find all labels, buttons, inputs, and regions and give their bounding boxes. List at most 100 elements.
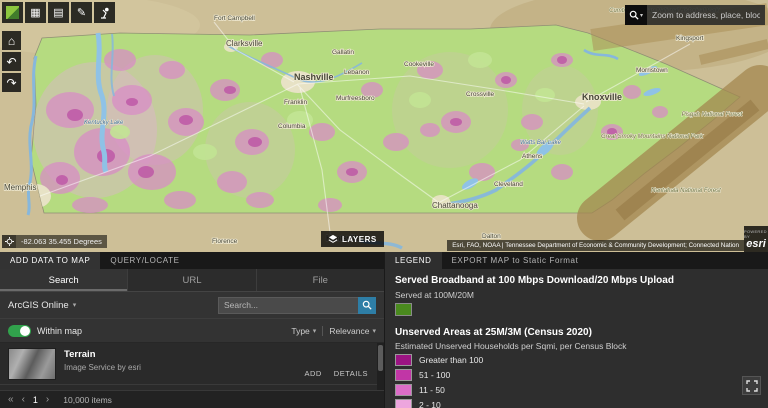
tab-add-data-to-map[interactable]: ADD DATA TO MAP (0, 252, 101, 269)
next-extent-icon: ↷ (6, 75, 17, 90)
source-dropdown[interactable]: ArcGIS Online ▾ (8, 300, 76, 311)
map-label: Columbia (278, 123, 306, 130)
apps-grid-icon: ▦ (30, 7, 41, 19)
expand-button[interactable] (742, 376, 761, 395)
map-label: Great Smoky Mountains National Park (601, 134, 704, 140)
coordinates-readout: -82.063 35.455 Degrees (16, 235, 107, 248)
map-canvas[interactable]: Fort Campbell Clarksville Gallatin Nashvill… (0, 0, 768, 252)
map-label: Fort Campbell (214, 15, 255, 22)
served-label: Served at 100M/20M (395, 289, 474, 300)
tab-query-locate[interactable]: QUERY/LOCATE (100, 252, 189, 269)
map-label: Kingsport (676, 35, 704, 42)
basemap-button[interactable] (2, 2, 23, 23)
served-title: Served Broadband at 100 Mbps Download/20… (395, 275, 674, 286)
map-label: Pisgah National Forest (682, 112, 743, 118)
panel-search-input[interactable] (218, 296, 358, 314)
map-label: Kentucky Lake (84, 120, 124, 126)
map-label: Nantahala National Forest (651, 188, 721, 194)
legend-label: 11 - 50 (419, 385, 445, 395)
legend-swatch (395, 354, 412, 366)
coordinates-widget: -82.063 35.455 Degrees (2, 235, 107, 248)
search-results: Terrain Image Service by esri ADD DETAIL… (0, 343, 384, 390)
next-extent-button[interactable]: ↷ (2, 73, 21, 92)
subtab-search[interactable]: Search (0, 269, 129, 291)
next-page-button[interactable]: › (46, 394, 49, 405)
map-label: Murfreesboro (336, 95, 375, 102)
result-subtitle: Image Service by esri (64, 363, 141, 372)
scrollbar-thumb[interactable] (378, 345, 383, 371)
map-label: Chattanooga (432, 201, 478, 210)
app-root: Fort Campbell Clarksville Gallatin Nashvill… (0, 0, 768, 408)
legend-swatch (395, 399, 412, 408)
panel-searchbox (218, 296, 376, 314)
map-label: Gallatin (332, 49, 354, 56)
map-label: Florence (212, 238, 238, 245)
details-button[interactable]: DETAILS (334, 369, 368, 378)
within-map-toggle[interactable] (8, 324, 31, 337)
caret-down-icon: ▾ (639, 12, 643, 19)
filter-row: Within map Type ▾ Relevance ▾ (0, 318, 384, 343)
search-icon (362, 300, 372, 310)
current-page: 1 (32, 394, 38, 405)
add-data-panel: ADD DATA TO MAP QUERY/LOCATE Search URL … (0, 252, 385, 408)
results-count: 10,000 items (63, 394, 112, 405)
type-dropdown-label: Type (291, 325, 310, 336)
layout-grid-icon: ▤ (53, 7, 64, 19)
served-swatch (395, 302, 412, 316)
map-view[interactable]: Fort Campbell Clarksville Gallatin Nashvill… (0, 0, 768, 252)
legend-row: 2 - 10 (395, 399, 758, 408)
previous-extent-button[interactable]: ↶ (2, 52, 21, 71)
layers-button[interactable]: LAYERS (321, 231, 384, 247)
prev-page-button[interactable]: ‹ (22, 394, 25, 405)
lamp-button[interactable] (94, 2, 115, 23)
legend-row: 51 - 100 (395, 369, 758, 381)
subtab-file[interactable]: File (257, 269, 384, 291)
previous-extent-icon: ↶ (6, 54, 17, 69)
map-label: Athens (522, 153, 543, 160)
subtab-url[interactable]: URL (128, 269, 257, 291)
source-dropdown-label: ArcGIS Online (8, 299, 69, 311)
type-dropdown[interactable]: Type ▾ (291, 326, 316, 336)
map-label: Nashville (294, 72, 334, 82)
map-label: Memphis (4, 183, 36, 192)
powered-by-label: POWERED BY (744, 228, 767, 239)
tab-legend[interactable]: LEGEND (385, 252, 442, 269)
add-data-subtabs: Search URL File (0, 269, 384, 292)
geocoder-search-button[interactable]: ▾ (625, 5, 647, 25)
left-panel-tabs: ADD DATA TO MAP QUERY/LOCATE (0, 252, 384, 269)
result-thumbnail (8, 348, 56, 380)
layers-button-label: LAYERS (342, 234, 377, 244)
legend-swatch (395, 369, 412, 381)
esri-logo[interactable]: POWERED BY esri (744, 226, 768, 252)
toggle-knob (20, 325, 30, 336)
legend-swatch (395, 384, 412, 396)
home-button[interactable]: ⌂ (2, 31, 21, 50)
crosshair-icon[interactable] (2, 235, 16, 248)
results-scrollbar[interactable] (377, 343, 384, 390)
legend-row: Greater than 100 (395, 354, 758, 366)
map-label: Franklin (284, 99, 308, 106)
relevance-dropdown[interactable]: Relevance ▾ (329, 326, 376, 336)
legend-panel: LEGEND EXPORT MAP to Static Format Serve… (385, 252, 768, 408)
esri-wordmark: esri (746, 237, 766, 250)
unserved-title: Unserved Areas at 25M/3M (Census 2020) (395, 326, 592, 338)
unserved-classes: Greater than 100 51 - 100 11 - 50 2 - 10 (395, 354, 758, 408)
map-label: Knoxville (582, 92, 622, 102)
caret-down-icon: ▾ (312, 327, 317, 335)
results-pager: « ‹ 1 › 10,000 items (0, 390, 384, 408)
bottom-panels: ADD DATA TO MAP QUERY/LOCATE Search URL … (0, 252, 768, 408)
tab-export-map[interactable]: EXPORT MAP to Static Format (442, 252, 589, 269)
layout-button[interactable]: ▤ (48, 2, 69, 23)
result-info: Terrain Image Service by esri (64, 348, 296, 380)
caret-down-icon: ▾ (372, 327, 376, 335)
legend-body: Served Broadband at 100 Mbps Download/20… (385, 269, 768, 408)
map-toolbar: ▦ ▤ ✎ (2, 2, 115, 23)
widgets-button[interactable]: ▦ (25, 2, 46, 23)
panel-search-button[interactable] (358, 296, 376, 314)
home-icon: ⌂ (7, 33, 16, 48)
draw-button[interactable]: ✎ (71, 2, 92, 23)
first-page-button[interactable]: « (8, 394, 14, 405)
add-button[interactable]: ADD (304, 369, 321, 378)
geocoder-input[interactable] (647, 5, 765, 25)
map-label: Clarksville (226, 39, 263, 48)
